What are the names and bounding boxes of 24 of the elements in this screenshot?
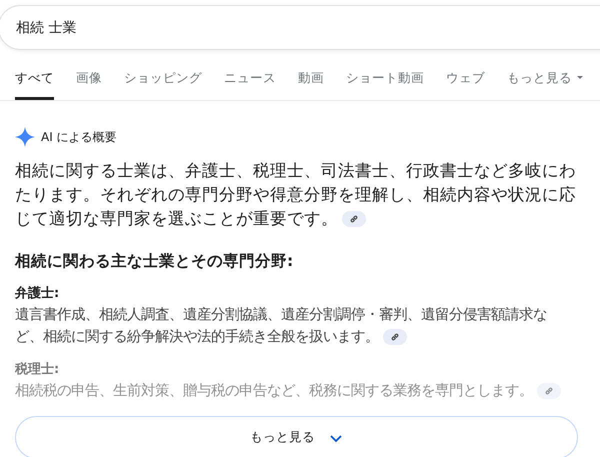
item-description: 遺言書作成、相続人調査、遺産分割協議、遺産分割調停・審判、遺留分侵害額請求など、相続に関する紛争解決や法的手続き全般を扱います。 (15, 306, 548, 348)
summary-text: 相続に関する士業は、弁護士、税理士、司法書士、行政書士など多岐にわたります。それぞれの専門分野や得意分野を理解し、相続内容や状況に応じて適切な専門家を選ぶことが重要です。 (15, 160, 577, 230)
tab[interactable]: 動画 (298, 70, 324, 100)
item-description: 相続税の申告、生前対策、贈与税の申告など、税務に関する業務を専門とします。 (15, 380, 563, 402)
chevron-down-icon (329, 432, 343, 442)
tab[interactable]: もっと見る (507, 70, 584, 100)
show-more-button[interactable]: もっと見る (15, 416, 578, 457)
tab[interactable]: ショッピング (124, 70, 202, 100)
tab[interactable]: すべて (15, 70, 54, 100)
link-chip[interactable] (342, 211, 366, 228)
tab[interactable]: ショート動画 (346, 70, 424, 100)
item-title: 税理士: (15, 361, 60, 378)
tab[interactable]: ウェブ (446, 70, 485, 100)
tab[interactable]: ニュース (224, 70, 276, 100)
link-chip[interactable] (383, 329, 407, 346)
link-icon (544, 386, 554, 396)
link-icon (349, 214, 359, 224)
section-heading: 相続に関わる主な士業とその専門分野: (15, 251, 294, 272)
link-icon (390, 332, 400, 342)
tab[interactable]: 画像 (76, 70, 102, 100)
item-title: 弁護士: (15, 285, 60, 302)
sparkle-icon (15, 127, 35, 147)
search-field[interactable]: 相続 士業 (0, 5, 600, 50)
overview-title: AI による概要 (41, 128, 117, 146)
